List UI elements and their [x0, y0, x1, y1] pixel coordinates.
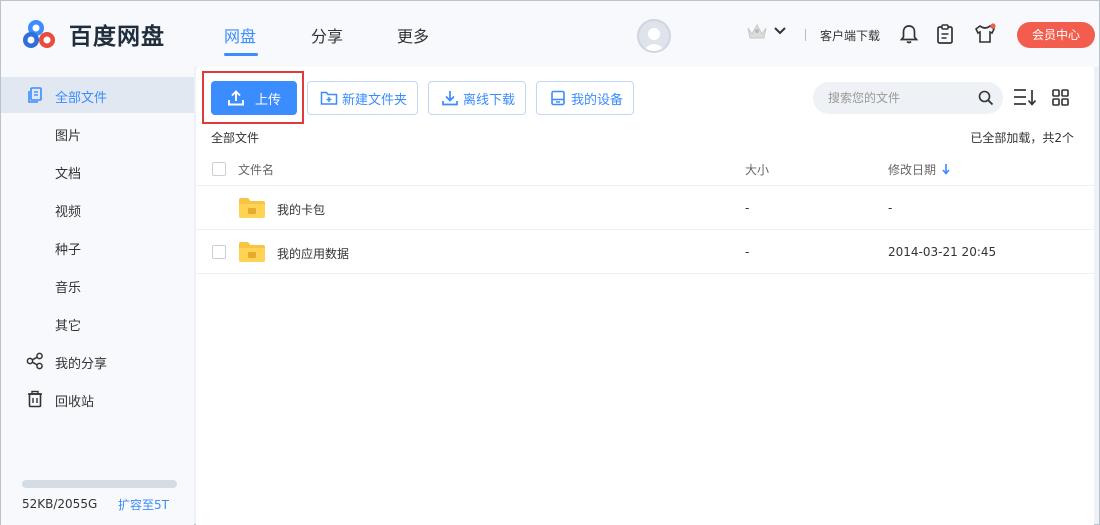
sidebar-item-label: 图片	[55, 129, 82, 144]
sidebar-item-videos[interactable]: 视频	[1, 191, 194, 227]
crown-icon[interactable]	[746, 22, 768, 40]
chevron-down-icon[interactable]	[774, 26, 786, 36]
column-header-modified[interactable]: 修改日期	[888, 161, 936, 178]
top-header: 百度网盘 网盘 分享 更多 客户端下载 会员中心	[1, 1, 1099, 67]
new-folder-button[interactable]: 新建文件夹	[307, 81, 418, 115]
grid-view-icon[interactable]	[1051, 87, 1071, 109]
tab-netdisk[interactable]: 网盘	[224, 23, 256, 47]
search-box[interactable]	[813, 82, 1003, 114]
offline-download-label: 离线下载	[463, 92, 516, 108]
sidebar-item-music[interactable]: 音乐	[1, 267, 194, 303]
sidebar: 全部文件 图片 文档 视频 种子 音乐 其它 我的分享 回收站 52KB/205…	[1, 67, 194, 525]
storage-quota-text: 52KB/2055G	[22, 497, 98, 511]
trash-icon	[28, 390, 42, 408]
file-name[interactable]: 我的卡包	[277, 201, 325, 218]
file-modified: 2014-03-21 20:45	[888, 245, 997, 259]
avatar-icon	[643, 28, 665, 51]
sidebar-item-label: 回收站	[55, 395, 95, 410]
table-header: 文件名 大小 修改日期	[196, 151, 1094, 186]
file-size: -	[745, 201, 750, 215]
breadcrumb[interactable]: 全部文件	[211, 129, 259, 146]
select-all-checkbox[interactable]	[212, 162, 226, 176]
file-modified: -	[888, 201, 893, 215]
column-header-name[interactable]: 文件名	[238, 161, 274, 178]
sidebar-item-torrents[interactable]: 种子	[1, 229, 194, 265]
table-row[interactable]: 我的卡包 - -	[196, 186, 1094, 230]
upload-button[interactable]: 上传	[211, 81, 297, 115]
my-devices-button[interactable]: 我的设备	[536, 81, 634, 115]
sidebar-item-label: 其它	[55, 319, 82, 334]
download-icon	[442, 91, 458, 106]
clipboard-icon[interactable]	[935, 23, 955, 45]
search-input[interactable]	[828, 91, 978, 105]
tab-share[interactable]: 分享	[311, 23, 343, 47]
sidebar-item-other[interactable]: 其它	[1, 305, 194, 341]
offline-download-button[interactable]: 离线下载	[428, 81, 526, 115]
sidebar-item-label: 视频	[55, 205, 82, 220]
bell-icon[interactable]	[899, 23, 919, 45]
load-status: 已全部加载，共2个	[970, 131, 1074, 145]
new-folder-label: 新建文件夹	[342, 92, 408, 108]
logo[interactable]: 百度网盘	[21, 16, 165, 52]
sort-icon[interactable]	[1013, 87, 1037, 109]
tab-more[interactable]: 更多	[397, 23, 429, 47]
client-download-link[interactable]: 客户端下载	[820, 27, 880, 44]
tshirt-icon[interactable]	[973, 23, 997, 45]
sidebar-item-images[interactable]: 图片	[1, 115, 194, 151]
search-icon[interactable]	[978, 90, 994, 106]
header-divider	[805, 29, 806, 41]
logo-text: 百度网盘	[69, 24, 165, 50]
upload-button-label: 上传	[254, 92, 281, 108]
storage-quota-bar	[22, 480, 177, 488]
file-size: -	[745, 245, 750, 259]
sidebar-item-label: 文档	[55, 167, 82, 182]
folder-icon	[239, 198, 265, 218]
sidebar-item-label: 种子	[55, 243, 82, 258]
upload-icon	[228, 90, 244, 106]
my-devices-label: 我的设备	[571, 92, 624, 108]
sidebar-item-label: 我的分享	[55, 357, 108, 372]
file-name[interactable]: 我的应用数据	[277, 245, 349, 262]
sidebar-item-documents[interactable]: 文档	[1, 153, 194, 189]
baidu-netdisk-logo-icon	[23, 20, 55, 48]
sort-desc-arrow-icon[interactable]	[941, 163, 951, 175]
sidebar-item-my-shares[interactable]: 我的分享	[1, 343, 194, 379]
folder-icon	[239, 242, 265, 262]
share-icon	[26, 352, 43, 370]
file-panel: 上传 新建文件夹 离线下载 我的设备 搜索您的文件 全部文件 已全部加载，共2个…	[196, 67, 1094, 525]
row-checkbox[interactable]	[212, 245, 226, 259]
files-icon	[28, 87, 42, 103]
column-header-size[interactable]: 大小	[745, 161, 769, 178]
sidebar-item-all-files[interactable]: 全部文件	[1, 77, 194, 113]
table-row[interactable]: 我的应用数据 - 2014-03-21 20:45	[196, 230, 1094, 274]
sidebar-item-label: 音乐	[55, 281, 82, 296]
device-icon	[551, 90, 565, 106]
new-folder-icon	[320, 91, 338, 105]
sidebar-item-recycle-bin[interactable]: 回收站	[1, 381, 194, 417]
vip-center-button[interactable]: 会员中心	[1017, 22, 1095, 48]
sidebar-item-label: 全部文件	[55, 91, 108, 106]
expand-storage-link[interactable]: 扩容至5T	[118, 496, 169, 513]
active-tab-underline	[224, 53, 258, 56]
avatar[interactable]	[637, 19, 671, 53]
